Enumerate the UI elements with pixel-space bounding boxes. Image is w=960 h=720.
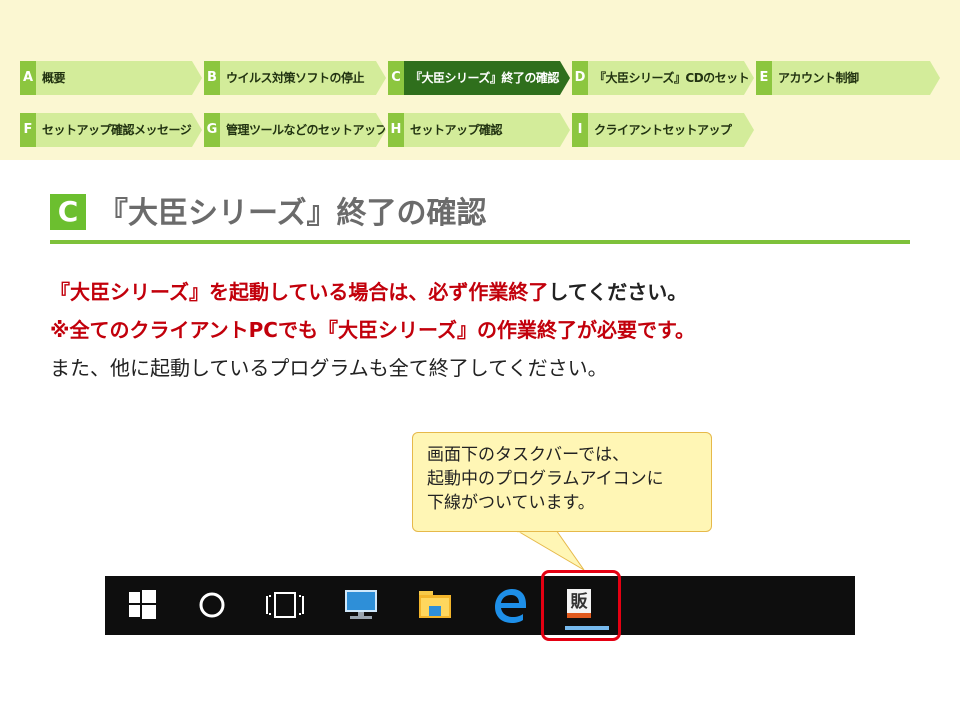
step-label: 『大臣シリーズ』CDのセット [594,71,750,85]
edge-icon[interactable] [481,576,537,635]
step-letter: D [572,61,588,95]
app-icon-highlight-frame [541,570,621,641]
this-pc-monitor-icon[interactable] [333,576,389,635]
callout-line: 下線がついています。 [427,493,595,513]
step-letter: A [20,61,36,95]
file-explorer-icon[interactable] [407,576,463,635]
step-b-antivirus-stop[interactable]: B ウイルス対策ソフトの停止 [204,61,386,95]
step-label: ウイルス対策ソフトの停止 [226,71,365,85]
windows-start-icon[interactable] [111,576,167,635]
step-label: セットアップ確認 [410,123,503,137]
task-view-icon[interactable] [257,576,313,635]
step-c-daijin-exit-check[interactable]: C 『大臣シリーズ』終了の確認 [388,61,570,95]
step-letter: I [572,113,588,147]
step-label: クライアントセットアップ [594,123,732,137]
step-a-overview[interactable]: A 概要 [20,61,202,95]
step-letter: G [204,113,220,147]
cortana-circle-icon[interactable] [184,576,240,635]
instruction-line-2: ※全てのクライアントPCでも『大臣シリーズ』の作業終了が必要です。 [50,318,695,342]
instruction-line-3: また、他に起動しているプログラムも全て終了してください。 [50,356,608,380]
instruction-line-1: 『大臣シリーズ』を起動している場合は、必ず作業終了してください。 [50,276,687,305]
step-e-account-control[interactable]: E アカウント制御 [756,61,940,95]
instruction-text: してください。 [548,280,688,304]
step-label: 『大臣シリーズ』終了の確認 [410,71,559,85]
callout-line: 画面下のタスクバーでは、 [427,445,630,465]
step-letter: B [204,61,220,95]
title-divider [50,240,910,244]
section-badge: C [50,194,86,230]
step-f-setup-confirm-message[interactable]: F セットアップ確認メッセージ [20,113,202,147]
step-i-client-setup[interactable]: I クライアントセットアップ [572,113,754,147]
page-title: 『大臣シリーズ』終了の確認 [98,196,487,231]
step-h-setup-check[interactable]: H セットアップ確認 [388,113,570,147]
windows-taskbar: 販 [105,576,855,635]
step-label: アカウント制御 [778,71,859,85]
step-label: セットアップ確認メッセージ [42,123,192,137]
step-letter: H [388,113,404,147]
step-letter: F [20,113,36,147]
instruction-emphasis: 『大臣シリーズ』を起動している場合は、必ず作業終了 [50,280,549,304]
callout-box: 画面下のタスクバーでは、 起動中のプログラムアイコンに 下線がついています。 [412,432,712,532]
step-d-cd-set[interactable]: D 『大臣シリーズ』CDのセット [572,61,754,95]
step-letter: C [388,61,404,95]
step-g-admin-tools-setup[interactable]: G 管理ツールなどのセットアップ [204,113,386,147]
step-label: 管理ツールなどのセットアップ [226,123,388,137]
callout-line: 起動中のプログラムアイコンに [427,469,664,489]
step-label: 概要 [42,71,66,85]
step-letter: E [756,61,772,95]
